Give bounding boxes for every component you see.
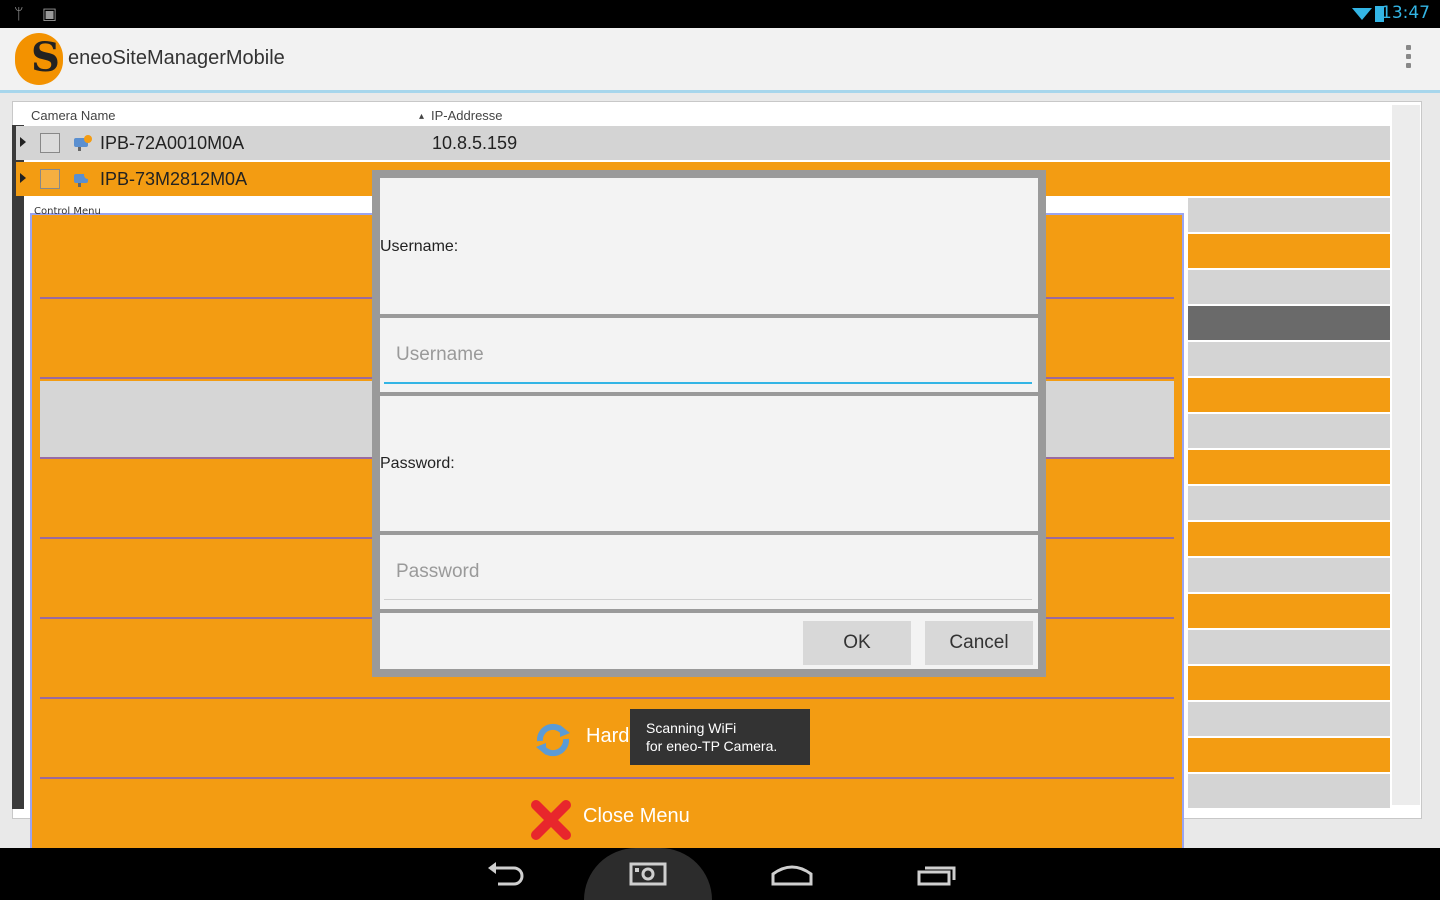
row-expander-strip xyxy=(12,125,24,809)
table-row[interactable] xyxy=(1188,198,1390,232)
username-label: Username: xyxy=(380,238,459,255)
status-time: 13:47 xyxy=(1381,3,1430,23)
table-row[interactable] xyxy=(1188,738,1390,772)
table-row[interactable] xyxy=(1188,414,1390,448)
action-bar: S eneoSiteManagerMobile xyxy=(0,28,1440,93)
table-row[interactable] xyxy=(1188,666,1390,700)
close-menu-button[interactable]: Close Menu xyxy=(40,781,1174,857)
wifi-icon xyxy=(1352,8,1372,20)
table-row[interactable]: IPB-72A0010M0A 10.8.5.159 xyxy=(16,126,1390,160)
table-row[interactable] xyxy=(1188,486,1390,520)
app-logo-icon: S xyxy=(15,33,63,85)
table-row[interactable] xyxy=(1188,234,1390,268)
screenshot-icon: ▣ xyxy=(42,4,58,23)
ok-button[interactable]: OK xyxy=(803,621,911,665)
camera-icon xyxy=(74,135,92,151)
refresh-icon xyxy=(536,723,570,757)
table-row[interactable] xyxy=(1188,306,1390,340)
row-checkbox[interactable] xyxy=(40,169,60,189)
app-title: eneoSiteManagerMobile xyxy=(68,47,285,69)
header-ip-address[interactable]: IP-Addresse xyxy=(431,108,503,123)
table-row[interactable] xyxy=(1188,270,1390,304)
home-icon[interactable] xyxy=(770,858,814,890)
toast-line-2: for eneo-TP Camera. xyxy=(646,738,778,754)
sort-arrow-icon: ▴ xyxy=(419,111,425,122)
table-row[interactable] xyxy=(1188,774,1390,808)
camera-name: IPB-73M2812M0A xyxy=(100,169,248,189)
table-row[interactable] xyxy=(1188,702,1390,736)
close-menu-label: Close Menu xyxy=(583,805,690,827)
camera-name: IPB-72A0010M0A xyxy=(100,133,245,153)
close-icon xyxy=(531,800,571,840)
password-input[interactable] xyxy=(392,552,1036,592)
expand-arrow-icon[interactable] xyxy=(20,173,26,183)
cancel-button[interactable]: Cancel xyxy=(925,621,1033,665)
control-menu-legend: Control Menu xyxy=(34,206,101,217)
username-input[interactable] xyxy=(392,335,1036,375)
table-row[interactable] xyxy=(1188,378,1390,412)
camera-ip: 10.8.5.159 xyxy=(432,133,518,153)
table-row[interactable] xyxy=(1188,594,1390,628)
table-row[interactable] xyxy=(1188,450,1390,484)
username-label-section: Username: xyxy=(380,178,1038,314)
usb-icon: ᛘ xyxy=(14,4,24,23)
navigation-bar xyxy=(0,848,1440,900)
password-label-section: Password: xyxy=(380,396,1038,531)
scanning-toast: Scanning WiFi for eneo-TP Camera. xyxy=(630,709,810,765)
username-input-underline xyxy=(384,382,1032,384)
table-row[interactable] xyxy=(1188,558,1390,592)
menu-item-hard[interactable]: Hard xyxy=(40,701,1174,779)
password-input-underline xyxy=(384,599,1032,600)
header-camera-name[interactable]: Camera Name xyxy=(31,108,116,123)
password-label: Password: xyxy=(380,455,455,472)
camera-icon xyxy=(74,171,92,187)
back-icon[interactable] xyxy=(484,858,526,890)
row-checkbox[interactable] xyxy=(40,133,60,153)
table-scrollbar[interactable] xyxy=(1392,105,1420,805)
table-row[interactable] xyxy=(1188,522,1390,556)
login-dialog: Username: Password: OK Cancel xyxy=(372,170,1046,677)
username-field-section xyxy=(380,318,1038,392)
table-row[interactable] xyxy=(1188,630,1390,664)
overflow-menu-icon[interactable] xyxy=(1406,45,1412,72)
screenshot-icon[interactable] xyxy=(628,858,668,890)
toast-line-1: Scanning WiFi xyxy=(646,720,737,736)
password-field-section xyxy=(380,535,1038,609)
expand-arrow-icon[interactable] xyxy=(20,137,26,147)
menu-item-hard-label: Hard xyxy=(586,725,630,747)
table-row[interactable] xyxy=(1188,342,1390,376)
recent-apps-icon[interactable] xyxy=(916,858,958,890)
dialog-button-bar: OK Cancel xyxy=(380,613,1038,669)
status-bar: ᛘ ▣ 13:47 xyxy=(0,0,1440,28)
